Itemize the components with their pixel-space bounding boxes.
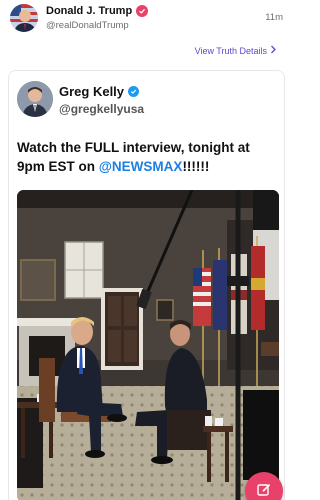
verified-badge-icon — [136, 5, 149, 17]
post-timestamp: 11m — [265, 12, 283, 23]
author-name-row: Donald J. Trump — [46, 4, 149, 18]
quoted-author-block: Greg Kelly @gregkellyusa — [59, 84, 144, 116]
quoted-name-row: Greg Kelly — [59, 84, 144, 99]
quoted-text-part2: !!!!!! — [182, 159, 210, 174]
interview-photo — [17, 190, 279, 500]
view-truth-details-link[interactable]: View Truth Details — [195, 45, 277, 56]
quoted-author-name[interactable]: Greg Kelly — [59, 84, 124, 99]
author-block: Donald J. Trump @realDonaldTrump — [46, 4, 149, 31]
quoted-author-handle[interactable]: @gregkellyusa — [59, 102, 144, 116]
chevron-right-icon — [270, 45, 277, 56]
author-handle[interactable]: @realDonaldTrump — [46, 20, 148, 31]
quoted-post-image[interactable] — [17, 190, 279, 500]
verified-badge-icon — [128, 86, 140, 97]
quoted-post-text: Watch the FULL interview, tonight at 9pm… — [17, 138, 279, 176]
post-header: Donald J. Trump @realDonaldTrump 11m — [0, 0, 293, 36]
quoted-post-card[interactable]: Greg Kelly @gregkellyusa Watch the FULL … — [8, 70, 285, 500]
mention-link[interactable]: @NEWSMAX — [99, 159, 183, 174]
author-avatar[interactable] — [10, 4, 38, 32]
quoted-author-avatar[interactable] — [17, 81, 53, 117]
view-truth-details-label: View Truth Details — [194, 45, 267, 56]
author-name[interactable]: Donald J. Trump — [46, 5, 132, 17]
compose-icon — [256, 481, 272, 500]
